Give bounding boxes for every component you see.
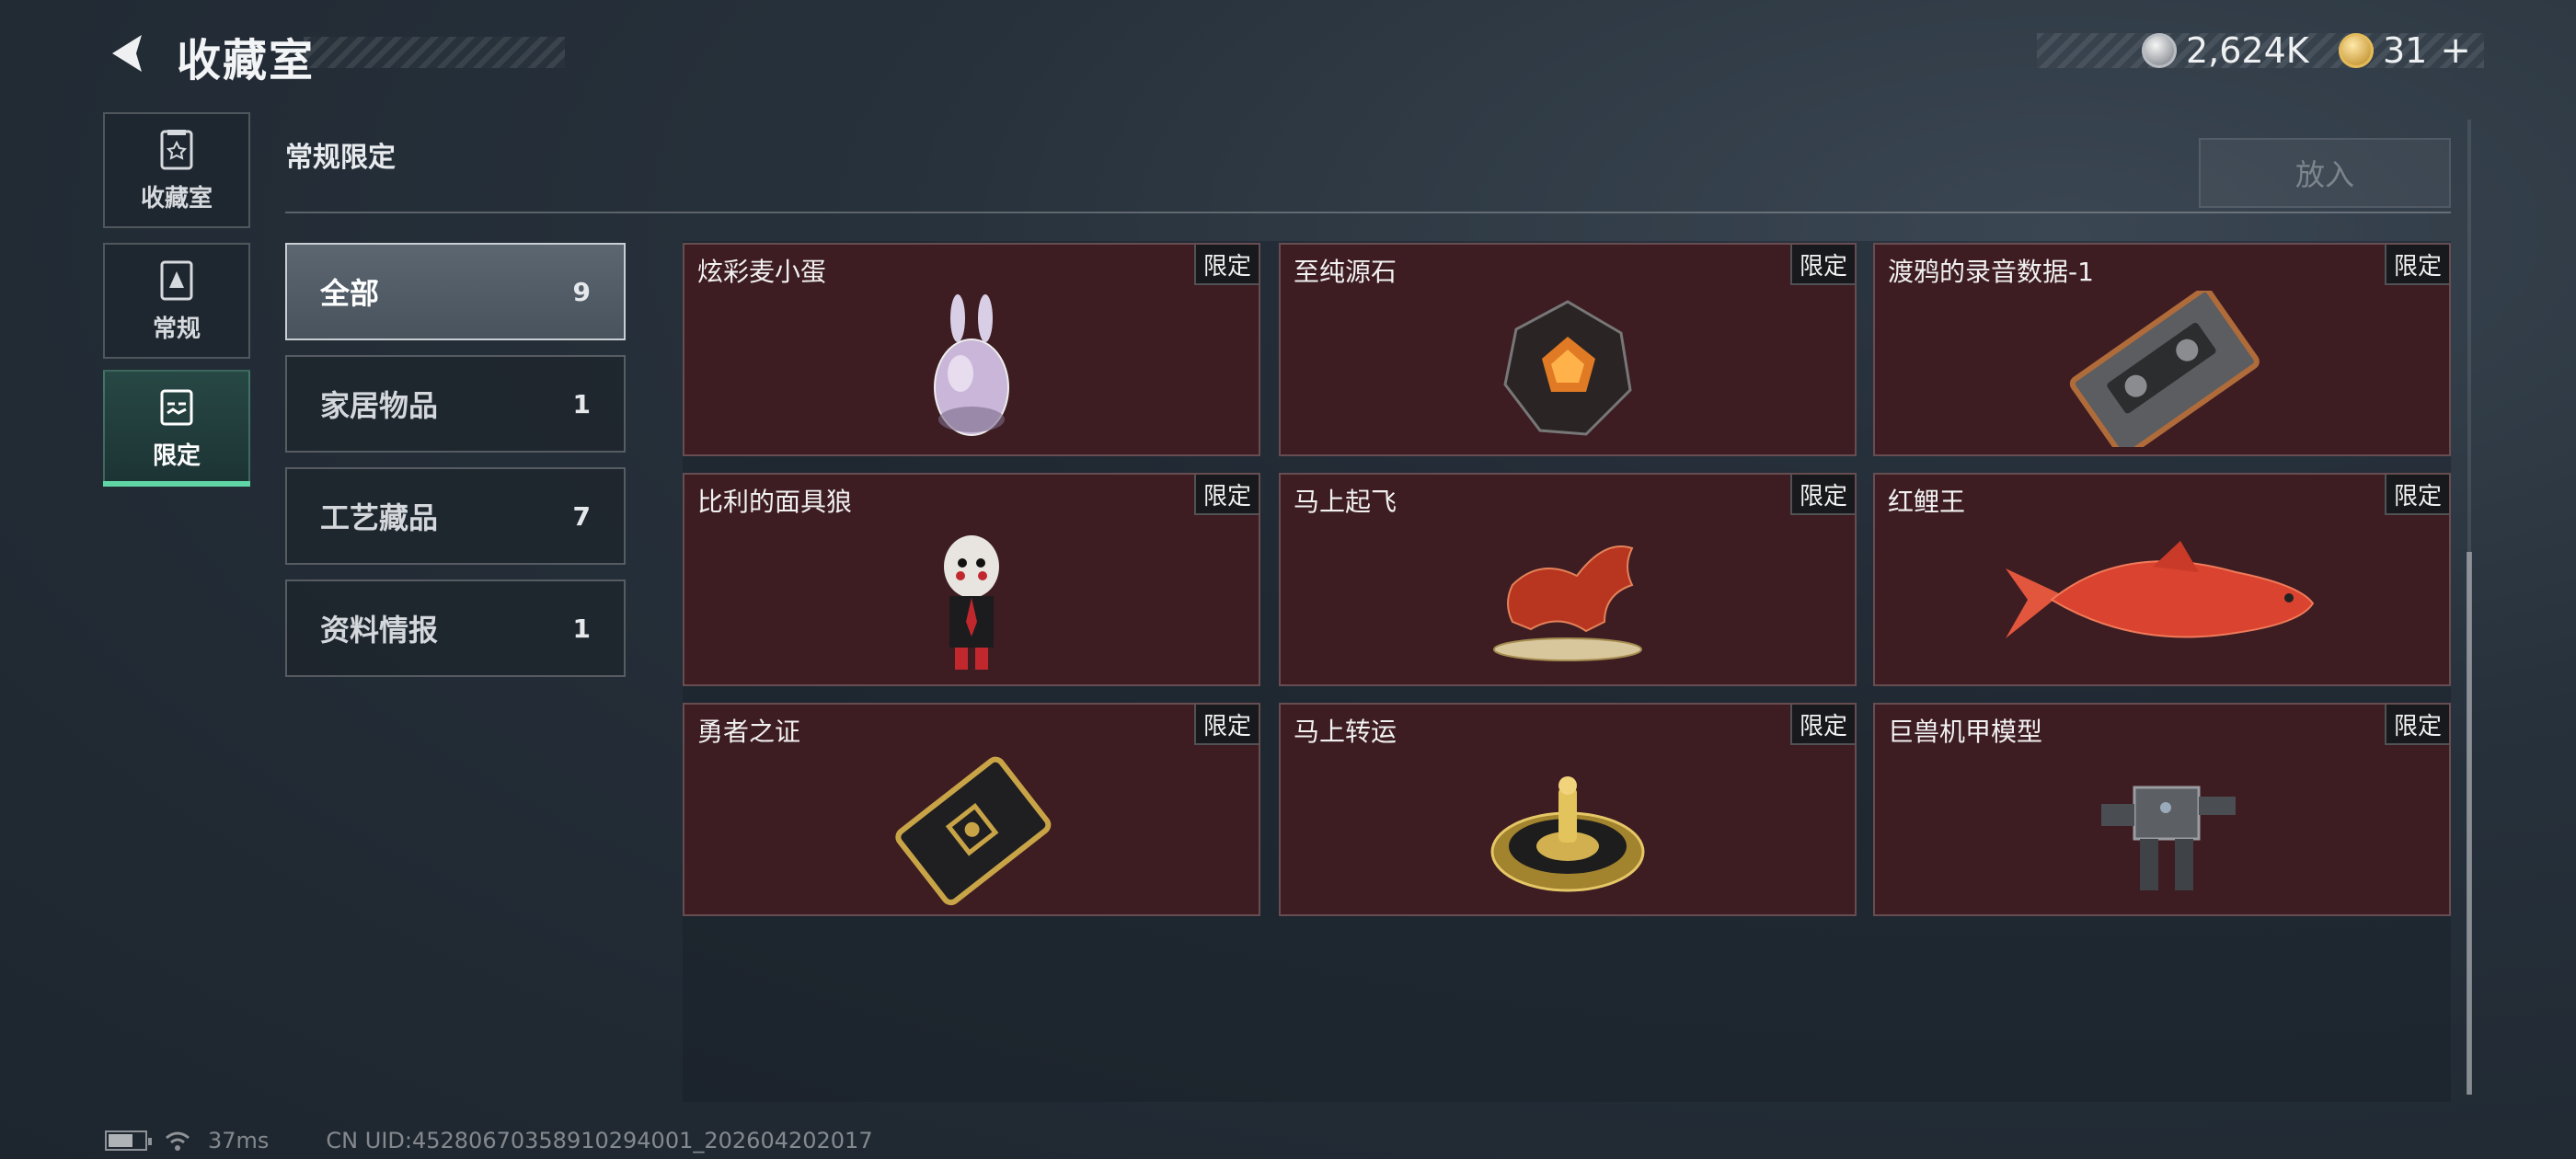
item-card[interactable]: 至纯源石 限定: [1279, 243, 1857, 456]
gold-coin-icon: [2339, 33, 2374, 68]
item-card[interactable]: 马上转运 限定: [1279, 703, 1857, 916]
regular-icon: [160, 260, 193, 300]
category-intel[interactable]: 资料情报 1: [285, 580, 626, 677]
title-decoration: [304, 37, 565, 68]
category-name: 家居物品: [320, 388, 439, 423]
item-name: 至纯源石: [1294, 257, 1397, 287]
nav-active-indicator: [103, 481, 250, 487]
item-name: 炫彩麦小蛋: [697, 257, 827, 287]
limited-badge: 限定: [1790, 245, 1855, 285]
limited-badge: 限定: [1790, 475, 1855, 515]
item-name: 马上起飞: [1294, 487, 1397, 517]
category-name: 全部: [320, 276, 380, 311]
card-token-icon: [852, 751, 1091, 907]
limited-badge: 限定: [1194, 475, 1259, 515]
put-in-button[interactable]: 放入: [2199, 138, 2451, 208]
mech-model-icon: [2042, 751, 2282, 907]
category-count: 7: [572, 500, 591, 532]
category-name: 资料情报: [320, 613, 439, 648]
battery-icon: [105, 1130, 152, 1151]
nav-label: 常规: [152, 315, 201, 343]
add-currency-icon[interactable]: +: [2440, 29, 2471, 72]
item-name: 红鲤王: [1888, 487, 1966, 517]
nav-regular[interactable]: 常规: [103, 243, 250, 359]
limited-badge: 限定: [2385, 245, 2449, 285]
item-name: 比利的面具狼: [697, 487, 853, 517]
category-crafts[interactable]: 工艺藏品 7: [285, 467, 626, 565]
item-card[interactable]: 渡鸦的录音数据-1 限定: [1873, 243, 2451, 456]
silver-currency: 2,624K: [2142, 28, 2309, 74]
collection-screen: 收藏室 2,624K 31 + 收藏室 常规 限定 常规限定 放入 全部 9 家…: [0, 0, 2576, 1159]
item-card[interactable]: 炫彩麦小蛋 限定: [683, 243, 1260, 456]
nav-limited[interactable]: 限定: [103, 370, 250, 486]
wifi-icon: [166, 1131, 190, 1151]
category-count: 1: [572, 388, 591, 419]
silver-coin-icon: [2142, 33, 2177, 68]
gem-stone-icon: [1448, 291, 1687, 447]
item-card[interactable]: 巨兽机甲模型 限定: [1873, 703, 2451, 916]
limited-badge: 限定: [2385, 475, 2449, 515]
section-title: 常规限定: [285, 142, 396, 174]
limited-badge: 限定: [1194, 245, 1259, 285]
rabbit-egg-icon: [852, 291, 1091, 447]
section-divider: [285, 212, 2451, 213]
ping-value: 37ms: [208, 1128, 270, 1153]
item-card[interactable]: 马上起飞 限定: [1279, 473, 1857, 686]
page-title: 收藏室: [177, 35, 316, 86]
horse-statue-icon: [1448, 521, 1687, 677]
nav-label: 限定: [152, 442, 201, 470]
item-name: 马上转运: [1294, 717, 1397, 747]
category-home-items[interactable]: 家居物品 1: [285, 355, 626, 453]
item-name: 巨兽机甲模型: [1888, 717, 2043, 747]
cassette-tape-icon: [2042, 286, 2282, 454]
item-name: 渡鸦的录音数据-1: [1888, 257, 2094, 287]
item-card[interactable]: 勇者之证 限定: [683, 703, 1260, 916]
item-card[interactable]: 红鲤王 限定: [1873, 473, 2451, 686]
puppet-figure-icon: [852, 521, 1091, 677]
nav-collection-room[interactable]: 收藏室: [103, 112, 250, 228]
limited-icon: [160, 389, 193, 425]
uid-text: CN UID:452806703589102940​01_20260420201…: [326, 1128, 873, 1153]
back-button[interactable]: [101, 26, 156, 81]
status-bar: 37ms CN UID:452806703589102940​01_202604…: [105, 1128, 873, 1153]
back-arrow-icon: [112, 35, 142, 72]
limited-badge: 限定: [1194, 705, 1259, 745]
gold-currency-value: 31: [2383, 30, 2428, 71]
gold-currency[interactable]: 31 +: [2339, 28, 2471, 74]
category-name: 工艺藏品: [320, 500, 439, 535]
category-count: 1: [572, 613, 591, 644]
category-all[interactable]: 全部 9: [285, 243, 626, 340]
item-card[interactable]: 比利的面具狼 限定: [683, 473, 1260, 686]
collection-room-icon: [160, 129, 193, 169]
golden-plate-icon: [1448, 751, 1687, 907]
carp-fish-icon: [1996, 521, 2328, 677]
limited-badge: 限定: [1790, 705, 1855, 745]
item-name: 勇者之证: [697, 717, 801, 747]
nav-label: 收藏室: [140, 184, 213, 212]
silver-currency-value: 2,624K: [2186, 30, 2309, 71]
scrollbar-thumb[interactable]: [2467, 552, 2472, 1095]
category-count: 9: [572, 276, 591, 307]
limited-badge: 限定: [2385, 705, 2449, 745]
